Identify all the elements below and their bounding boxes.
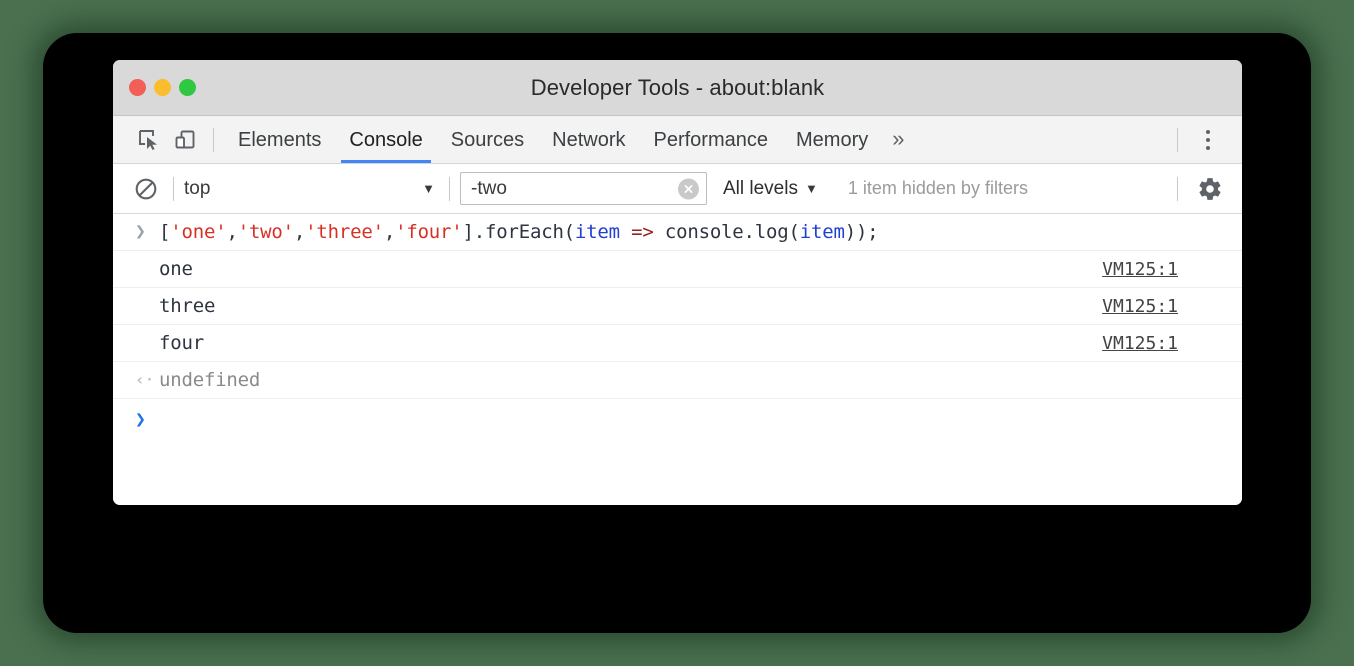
console-result-text: undefined xyxy=(159,369,260,391)
window-titlebar: Developer Tools - about:blank xyxy=(113,60,1242,116)
code-token-plain: console.log( xyxy=(654,221,800,243)
source-link[interactable]: VM125:1 xyxy=(1102,333,1228,354)
code-token-string: 'one' xyxy=(170,221,226,243)
code-token-string: 'three' xyxy=(305,221,384,243)
execution-context-label: top xyxy=(184,178,422,200)
console-output[interactable]: ❯ ['one','two','three','four'].forEach(i… xyxy=(113,214,1242,505)
chevron-down-icon: ▼ xyxy=(805,181,818,196)
more-tabs-chevron-icon[interactable]: » xyxy=(882,116,914,163)
code-token-variable: item xyxy=(575,221,620,243)
tab-console[interactable]: Console xyxy=(335,116,436,163)
hidden-items-message: 1 item hidden by filters xyxy=(848,178,1028,199)
clear-console-icon[interactable] xyxy=(129,172,163,206)
clear-input-icon[interactable] xyxy=(678,178,699,199)
console-log-row[interactable]: three VM125:1 xyxy=(113,288,1242,325)
result-marker-icon: ‹· xyxy=(135,372,159,388)
tab-elements[interactable]: Elements xyxy=(224,116,335,163)
console-log-text: one xyxy=(159,258,193,280)
window-title: Developer Tools - about:blank xyxy=(113,75,1242,101)
filterbar-divider-1 xyxy=(173,177,174,201)
code-token-plain: [ xyxy=(159,221,170,243)
minimize-button[interactable] xyxy=(154,79,171,96)
filter-input[interactable] xyxy=(461,173,706,204)
log-levels-label: All levels xyxy=(723,178,798,200)
console-input-code: ['one','two','three','four'].forEach(ite… xyxy=(159,221,878,243)
maximize-button[interactable] xyxy=(179,79,196,96)
code-token-plain: , xyxy=(294,221,305,243)
tab-sources[interactable]: Sources xyxy=(437,116,538,163)
console-log-text: four xyxy=(159,332,204,354)
console-log-text: three xyxy=(159,295,215,317)
console-filterbar: top ▼ All levels ▼ 1 item hidden by filt… xyxy=(113,164,1242,214)
inspect-element-icon[interactable] xyxy=(131,122,167,158)
filterbar-divider-2 xyxy=(449,177,450,201)
kebab-menu-icon[interactable] xyxy=(1188,120,1228,160)
code-token-string: 'two' xyxy=(238,221,294,243)
source-link[interactable]: VM125:1 xyxy=(1102,296,1228,317)
tab-performance[interactable]: Performance xyxy=(640,116,783,163)
console-log-row[interactable]: four VM125:1 xyxy=(113,325,1242,362)
code-token-string: 'four' xyxy=(395,221,462,243)
code-token-plain: , xyxy=(384,221,395,243)
console-input-row[interactable]: ❯ ['one','two','three','four'].forEach(i… xyxy=(113,214,1242,251)
input-marker-icon: ❯ xyxy=(135,223,159,241)
filter-input-wrapper xyxy=(460,172,707,205)
code-token-plain: , xyxy=(226,221,237,243)
devtools-window: Developer Tools - about:blank Elements C… xyxy=(113,60,1242,505)
filterbar-right-divider xyxy=(1177,177,1178,201)
tabbar-right-divider xyxy=(1177,128,1178,152)
console-result-row[interactable]: ‹· undefined xyxy=(113,362,1242,399)
device-toolbar-icon[interactable] xyxy=(167,122,203,158)
code-token-arrow: => xyxy=(631,221,653,243)
close-button[interactable] xyxy=(129,79,146,96)
tab-memory[interactable]: Memory xyxy=(782,116,882,163)
code-token-plain: )); xyxy=(845,221,879,243)
tabbar-divider xyxy=(213,128,214,152)
console-log-row[interactable]: one VM125:1 xyxy=(113,251,1242,288)
log-levels-select[interactable]: All levels ▼ xyxy=(723,178,822,200)
code-token-variable: item xyxy=(800,221,845,243)
console-prompt-row[interactable]: ❯ xyxy=(113,399,1242,441)
code-token-plain xyxy=(620,221,631,243)
traffic-lights xyxy=(129,60,196,115)
tab-network[interactable]: Network xyxy=(538,116,639,163)
code-token-plain: ].forEach( xyxy=(463,221,575,243)
prompt-marker-icon: ❯ xyxy=(135,411,159,429)
execution-context-select[interactable]: top ▼ xyxy=(184,172,439,206)
chevron-down-icon: ▼ xyxy=(422,181,435,196)
source-link[interactable]: VM125:1 xyxy=(1102,259,1228,280)
devtools-tabbar: Elements Console Sources Network Perform… xyxy=(113,116,1242,164)
settings-gear-icon[interactable] xyxy=(1188,167,1232,211)
